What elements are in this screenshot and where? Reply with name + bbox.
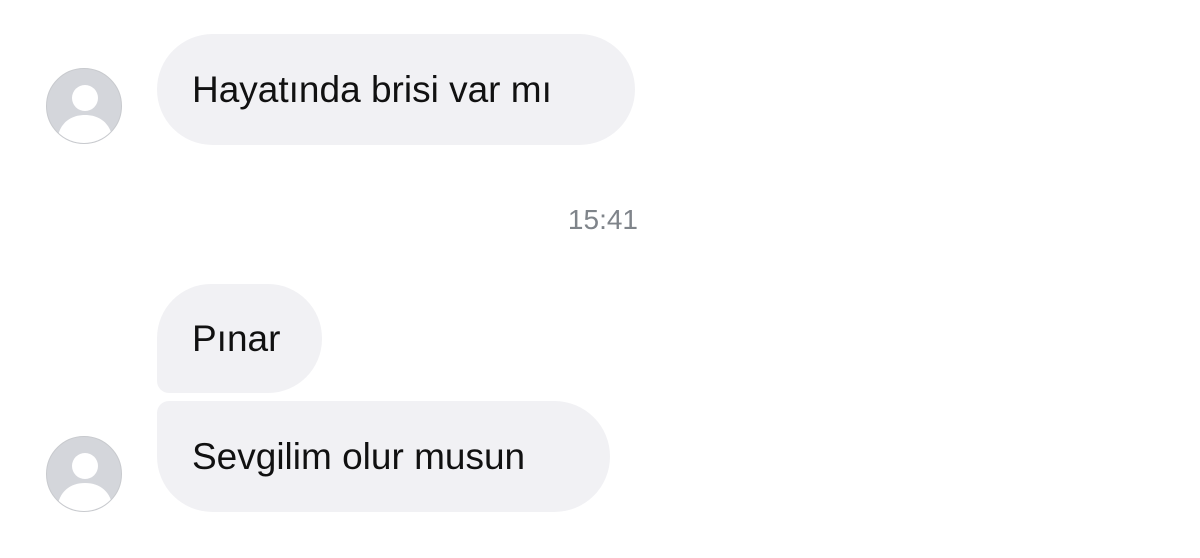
person-silhouette-icon: [57, 85, 113, 143]
message-text: Pınar: [192, 318, 281, 359]
message-bubble[interactable]: Sevgilim olur musun: [157, 401, 610, 512]
user-avatar-icon[interactable]: [46, 68, 122, 144]
person-silhouette-icon: [57, 453, 113, 511]
message-bubble[interactable]: Hayatında brisi var mı: [157, 34, 635, 145]
user-avatar-icon[interactable]: [46, 436, 122, 512]
message-timestamp: 15:41: [567, 204, 638, 235]
message-text: Sevgilim olur musun: [192, 436, 526, 477]
message-bubble[interactable]: Pınar: [157, 284, 322, 393]
message-text: Hayatında brisi var mı: [192, 69, 552, 110]
